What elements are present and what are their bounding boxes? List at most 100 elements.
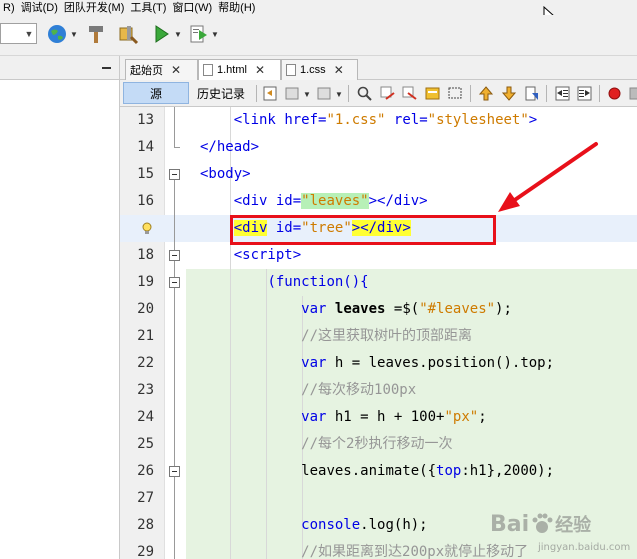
code-line[interactable]: 24 var h1 = h + 100+"px"; — [120, 404, 637, 431]
line-number: 20 — [137, 301, 154, 317]
code-line[interactable]: 25 //每个2秒执行移动一次 — [120, 431, 637, 458]
code-text: <link href="1.css" rel="stylesheet"> — [200, 107, 538, 134]
line-number: 27 — [137, 490, 154, 506]
start-macro-recording-icon[interactable] — [606, 85, 623, 102]
forward-dropdown-icon[interactable]: ▼ — [335, 90, 343, 99]
menu-item[interactable]: R) — [0, 1, 18, 15]
back-dropdown-icon[interactable]: ▼ — [303, 90, 311, 99]
toggle-highlight-icon[interactable] — [424, 85, 441, 102]
line-number: 21 — [137, 328, 154, 344]
editor-tab-bar: 起始页 ✕ 1.html ✕ 1.css ✕ — [120, 56, 637, 80]
code-token: leaves — [334, 301, 386, 317]
code-token: ); — [495, 301, 512, 317]
globe-dropdown-icon[interactable]: ▼ — [70, 30, 78, 39]
code-token: var — [301, 409, 327, 425]
menu-item[interactable]: 帮助(H) — [215, 1, 258, 15]
code-token: </head> — [200, 139, 260, 155]
code-line[interactable]: 18 <script> — [120, 242, 637, 269]
hammer-icon[interactable] — [85, 23, 107, 45]
watermark-url: jingyan.baidu.com — [538, 542, 631, 553]
next-bookmark-icon[interactable] — [501, 85, 518, 102]
menu-item[interactable]: 工具(T) — [127, 1, 169, 15]
clean-build-icon[interactable] — [117, 23, 139, 45]
source-view-button[interactable]: 源 — [123, 82, 189, 104]
toggle-bookmark-icon[interactable] — [523, 85, 540, 102]
annotation-arrow-icon — [498, 142, 598, 212]
stop-macro-recording-icon[interactable] — [627, 85, 637, 102]
debug-dropdown-icon[interactable]: ▼ — [211, 30, 219, 39]
paw-icon — [532, 513, 553, 533]
rectangular-selection-icon[interactable] — [447, 85, 464, 102]
configuration-combo[interactable]: ▼ — [0, 23, 37, 44]
line-number: 15 — [137, 166, 154, 182]
line-number: 14 — [137, 139, 154, 155]
run-dropdown-icon[interactable]: ▼ — [174, 30, 182, 39]
find-next-icon[interactable] — [401, 85, 418, 102]
code-token: h1 = h + 100+ — [326, 409, 445, 425]
line-number: 25 — [137, 436, 154, 452]
shift-left-icon[interactable] — [554, 85, 571, 102]
code-token: <body> — [200, 166, 251, 182]
run-icon[interactable] — [150, 23, 172, 45]
menu-item[interactable]: 团队开发(M) — [61, 1, 128, 15]
watermark-brand-2: 经验 — [555, 515, 592, 536]
code-line[interactable]: 26 leaves.animate({top:h1},2000); — [120, 458, 637, 485]
code-line[interactable]: 20 var leaves =$("#leaves"); — [120, 296, 637, 323]
find-icon[interactable] — [356, 85, 373, 102]
code-token: <div — [233, 193, 268, 209]
editor-toolbar: 源 历史记录 ▼ ▼ — [120, 80, 637, 107]
close-icon[interactable]: ✕ — [255, 63, 265, 77]
code-text: //每个2秒执行移动一次 — [200, 431, 452, 458]
close-icon[interactable]: ✕ — [171, 63, 181, 77]
code-token: =$( — [385, 301, 420, 317]
code-token: "leaves" — [301, 193, 369, 209]
projects-panel-header — [0, 56, 119, 80]
tab-start-page[interactable]: 起始页 ✕ — [125, 59, 198, 80]
line-number: 18 — [137, 247, 154, 263]
line-number: 16 — [137, 193, 154, 209]
forward-icon[interactable] — [316, 85, 333, 102]
debug-icon[interactable] — [188, 23, 210, 45]
code-text: leaves.animate({top:h1},2000); — [200, 458, 554, 485]
code-line[interactable]: 23 //每次移动100px — [120, 377, 637, 404]
minimize-icon[interactable] — [102, 67, 111, 69]
code-token: leaves.animate({ — [301, 463, 437, 479]
last-edit-icon[interactable] — [262, 85, 279, 102]
code-token: href= — [284, 112, 327, 128]
code-token: var — [301, 301, 327, 317]
menu-item[interactable]: 调试(D) — [18, 1, 61, 15]
code-text: var h = leaves.position().top; — [200, 350, 554, 377]
line-number: 13 — [137, 112, 154, 128]
code-line[interactable]: 13 <link href="1.css" rel="stylesheet"> — [120, 107, 637, 134]
code-line[interactable]: 22 var h = leaves.position().top; — [120, 350, 637, 377]
tab-1-css[interactable]: 1.css ✕ — [281, 59, 358, 80]
line-number: 24 — [137, 409, 154, 425]
annotation-highlight-box — [230, 215, 496, 245]
history-view-button[interactable]: 历史记录 — [190, 82, 252, 104]
code-token: > — [528, 112, 538, 128]
close-icon[interactable]: ✕ — [334, 63, 344, 77]
menu-item[interactable]: 窗口(W) — [169, 1, 215, 15]
code-line[interactable]: 21 //这里获取树叶的顶部距离 — [120, 323, 637, 350]
tab-label: 1.html — [217, 64, 247, 76]
shift-right-icon[interactable] — [576, 85, 593, 102]
back-icon[interactable] — [284, 85, 301, 102]
code-text: //每次移动100px — [200, 377, 416, 404]
tab-label: 1.css — [300, 64, 326, 76]
find-previous-icon[interactable] — [379, 85, 396, 102]
watermark: Bai 经验 jingyan.baidu.com — [490, 504, 630, 554]
previous-bookmark-icon[interactable] — [478, 85, 495, 102]
globe-icon[interactable] — [46, 23, 68, 45]
tab-1-html[interactable]: 1.html ✕ — [198, 59, 281, 80]
code-token: ></div> — [368, 193, 428, 209]
watermark-brand: Bai — [490, 511, 530, 537]
code-line[interactable]: 19 (function(){ — [120, 269, 637, 296]
